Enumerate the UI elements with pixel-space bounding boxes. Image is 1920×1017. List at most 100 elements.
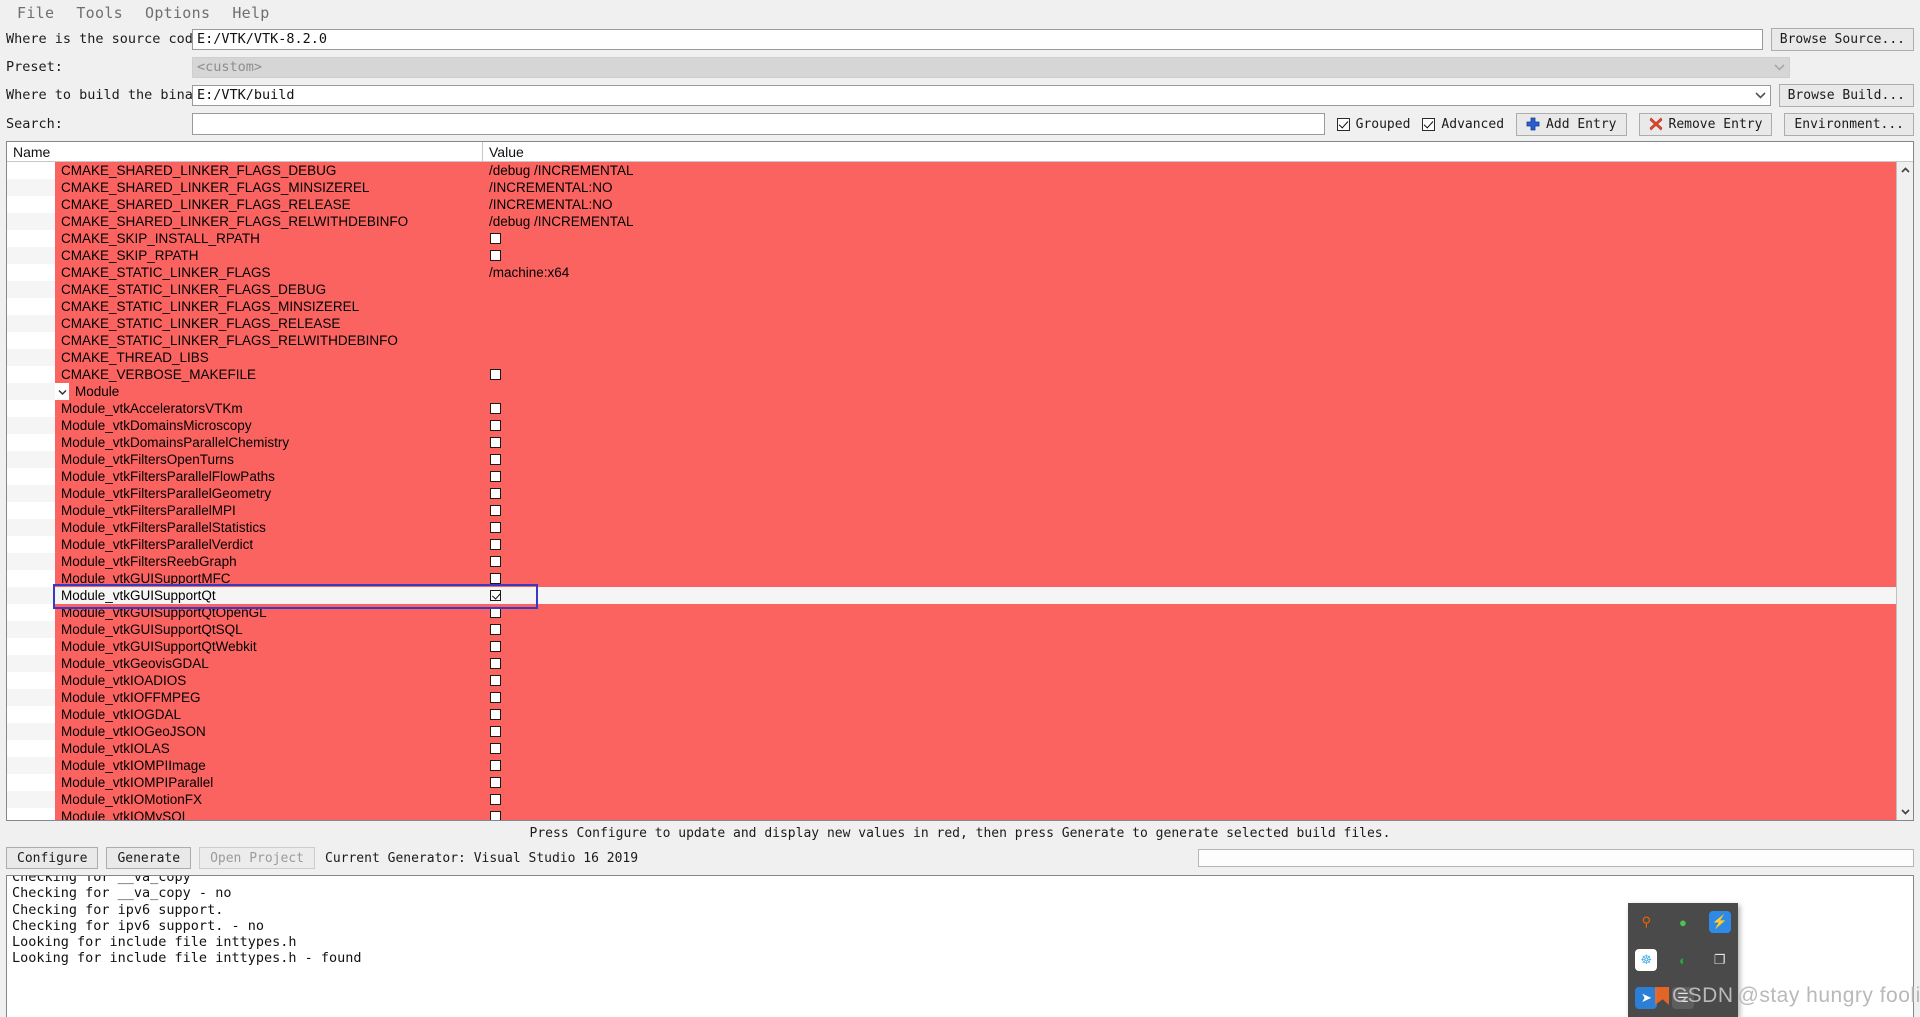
table-row[interactable]: Module_vtkFiltersParallelFlowPaths [7,468,1896,485]
cell-value[interactable] [483,519,1896,536]
table-row[interactable]: Module_vtkIOGDAL [7,706,1896,723]
advanced-checkbox-box[interactable] [1422,117,1436,131]
cell-value[interactable] [483,383,1896,400]
cell-value[interactable] [483,434,1896,451]
table-row[interactable]: Module_vtkFiltersParallelGeometry [7,485,1896,502]
table-row[interactable]: Module_vtkGUISupportQtWebkit [7,638,1896,655]
table-row[interactable]: CMAKE_VERBOSE_MAKEFILE [7,366,1896,383]
value-checkbox[interactable] [490,539,501,550]
table-row[interactable]: Module_vtkIOADIOS [7,672,1896,689]
copy-icon[interactable]: ❐ [1709,949,1731,971]
value-checkbox[interactable] [490,607,501,618]
cell-value[interactable]: /machine:x64 [483,264,1896,281]
cell-name[interactable]: Module_vtkFiltersParallelGeometry [55,485,483,502]
cell-name[interactable]: Module [55,383,483,400]
remove-entry-button[interactable]: Remove Entry [1638,112,1773,136]
table-row[interactable]: CMAKE_STATIC_LINKER_FLAGS_MINSIZEREL [7,298,1896,315]
table-row[interactable]: Module_vtkGUISupportQtOpenGL [7,604,1896,621]
table-row[interactable]: Module_vtkGeovisGDAL [7,655,1896,672]
cell-value[interactable] [483,689,1896,706]
cloud-sync-icon[interactable]: ☸ [1635,949,1658,971]
cell-value[interactable] [483,638,1896,655]
menu-item-tools[interactable]: Tools [65,1,134,25]
floating-launcher-toolbar[interactable]: ⚲ ● ⚡ ☸ ◐ ❐ ➤ ☰ [1628,903,1738,1017]
cell-name[interactable]: Module_vtkGUISupportQt [55,587,483,604]
cell-value[interactable] [483,706,1896,723]
table-row[interactable]: Module_vtkIOLAS [7,740,1896,757]
table-row[interactable]: CMAKE_SHARED_LINKER_FLAGS_RELEASE/INCREM… [7,196,1896,213]
cell-name[interactable]: CMAKE_STATIC_LINKER_FLAGS_RELEASE [55,315,483,332]
cell-name[interactable]: CMAKE_THREAD_LIBS [55,349,483,366]
value-checkbox[interactable] [490,420,501,431]
cell-name[interactable]: CMAKE_SKIP_RPATH [55,247,483,264]
value-checkbox[interactable] [490,233,501,244]
thunder-icon[interactable]: ⚡ [1708,911,1731,933]
value-checkbox[interactable] [490,437,501,448]
cell-value[interactable] [483,502,1896,519]
table-row[interactable]: CMAKE_THREAD_LIBS [7,349,1896,366]
cell-value[interactable] [483,468,1896,485]
cell-value[interactable] [483,230,1896,247]
build-chevron-down-icon[interactable] [1750,84,1771,106]
cell-value[interactable] [483,791,1896,808]
cell-value[interactable]: /debug /INCREMENTAL [483,162,1896,179]
value-checkbox[interactable] [490,675,501,686]
cell-name[interactable]: Module_vtkFiltersParallelFlowPaths [55,468,483,485]
advanced-checkbox[interactable]: Advanced [1422,117,1504,132]
cell-value[interactable] [483,672,1896,689]
cell-value[interactable] [483,451,1896,468]
cell-value[interactable] [483,332,1896,349]
cell-value[interactable] [483,315,1896,332]
table-row[interactable]: Module_vtkDomainsMicroscopy [7,417,1896,434]
cell-value[interactable] [483,553,1896,570]
scroll-down-icon[interactable] [1896,803,1913,820]
add-entry-button[interactable]: Add Entry [1516,112,1627,136]
cell-value[interactable] [483,774,1896,791]
cell-name[interactable]: CMAKE_STATIC_LINKER_FLAGS_RELWITHDEBINFO [55,332,483,349]
value-checkbox[interactable] [490,250,501,261]
cell-value[interactable]: /INCREMENTAL:NO [483,196,1896,213]
value-checkbox[interactable] [490,624,501,635]
table-row[interactable]: Module_vtkDomainsParallelChemistry [7,434,1896,451]
table-row[interactable]: CMAKE_SHARED_LINKER_FLAGS_MINSIZEREL/INC… [7,179,1896,196]
value-checkbox[interactable] [490,760,501,771]
cell-value[interactable] [483,281,1896,298]
cell-value[interactable] [483,621,1896,638]
table-row[interactable]: Module_vtkFiltersParallelStatistics [7,519,1896,536]
search-input[interactable] [192,113,1325,135]
cell-name[interactable]: Module_vtkGeovisGDAL [55,655,483,672]
grouped-checkbox[interactable]: Grouped [1336,117,1410,132]
source-path-input[interactable]: E:/VTK/VTK-8.2.0 [192,28,1763,50]
table-row[interactable]: Module_vtkIOMySQL [7,808,1896,820]
cell-value[interactable] [483,757,1896,774]
cell-name[interactable]: CMAKE_STATIC_LINKER_FLAGS_MINSIZEREL [55,298,483,315]
cell-name[interactable]: Module_vtkIOMotionFX [55,791,483,808]
value-checkbox[interactable] [490,658,501,669]
search-icon[interactable]: ⚲ [1635,911,1657,933]
table-row[interactable]: Module_vtkFiltersReebGraph [7,553,1896,570]
value-checkbox[interactable] [490,743,501,754]
table-row[interactable]: Module_vtkIOMPIParallel [7,774,1896,791]
value-checkbox[interactable] [490,692,501,703]
table-row[interactable]: Module_vtkFiltersOpenTurns [7,451,1896,468]
cell-name[interactable]: Module_vtkGUISupportQtWebkit [55,638,483,655]
cell-name[interactable]: Module_vtkIOFFMPEG [55,689,483,706]
blue-app-icon[interactable]: ➤ [1635,987,1658,1009]
table-row[interactable]: CMAKE_SKIP_INSTALL_RPATH [7,230,1896,247]
table-vertical-scrollbar[interactable] [1896,162,1913,820]
cell-name[interactable]: Module_vtkIOGDAL [55,706,483,723]
cell-value[interactable] [483,485,1896,502]
cell-name[interactable]: CMAKE_STATIC_LINKER_FLAGS [55,264,483,281]
cell-name[interactable]: Module_vtkFiltersOpenTurns [55,451,483,468]
cell-value[interactable] [483,417,1896,434]
column-header-name[interactable]: Name [7,142,483,161]
cell-name[interactable]: Module_vtkAcceleratorsVTKm [55,400,483,417]
value-checkbox[interactable] [490,403,501,414]
cell-value[interactable] [483,723,1896,740]
cell-value[interactable]: /INCREMENTAL:NO [483,179,1896,196]
cell-name[interactable]: CMAKE_SKIP_INSTALL_RPATH [55,230,483,247]
table-row[interactable]: CMAKE_SHARED_LINKER_FLAGS_RELWITHDEBINFO… [7,213,1896,230]
table-row[interactable]: Module_vtkGUISupportQtSQL [7,621,1896,638]
menu-item-file[interactable]: File [6,1,65,25]
cell-value[interactable] [483,366,1896,383]
